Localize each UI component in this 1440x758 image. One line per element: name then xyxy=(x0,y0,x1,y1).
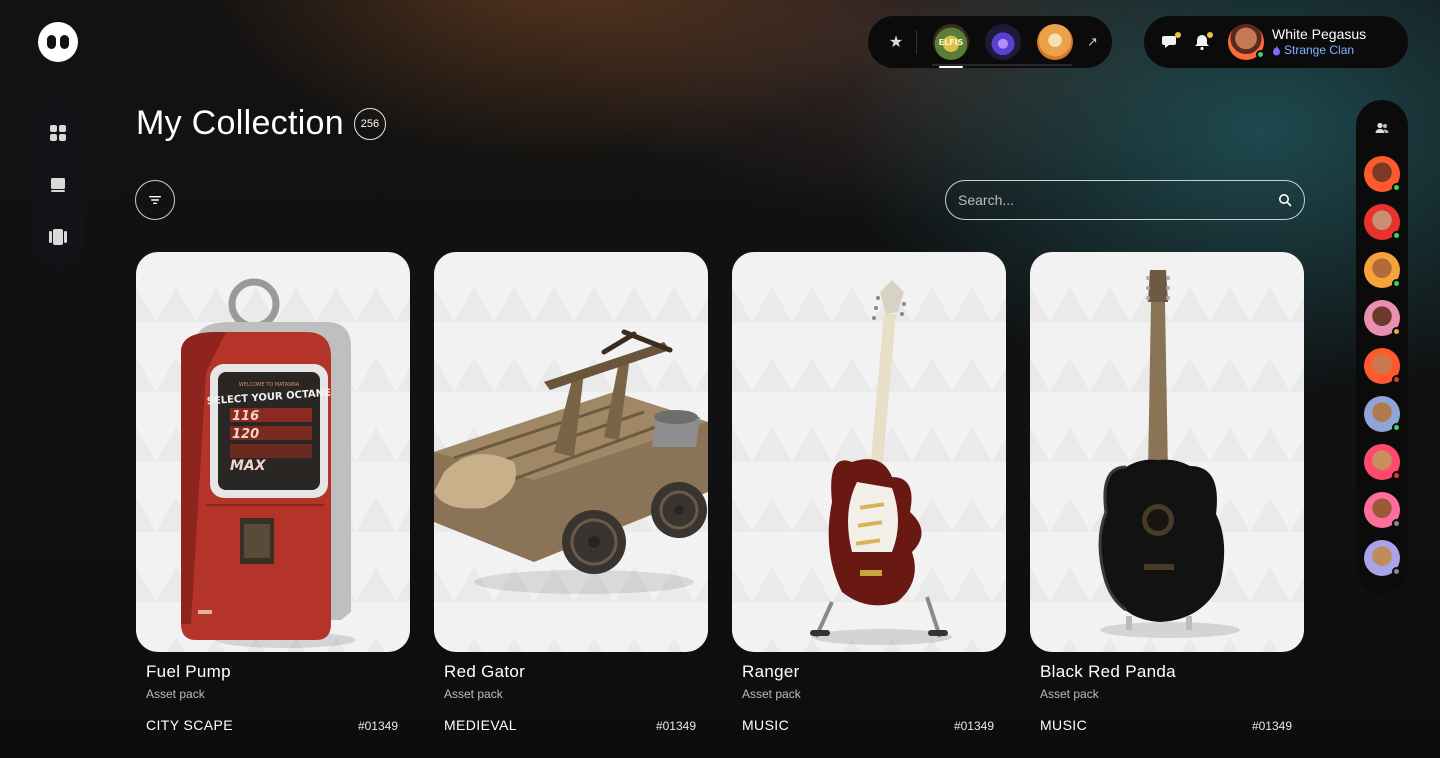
card-type: Asset pack xyxy=(1040,687,1099,701)
card-image-ranger[interactable] xyxy=(732,252,1006,652)
card-category: MEDIEVAL xyxy=(444,717,517,733)
filter-button[interactable] xyxy=(135,180,175,220)
flame-icon xyxy=(1273,44,1280,56)
chat-notification-dot xyxy=(1175,32,1181,38)
game-elfis[interactable]: ELFIS xyxy=(933,24,969,68)
search-icon[interactable] xyxy=(1278,193,1292,207)
friend-status-dot xyxy=(1392,519,1401,528)
friend-status-dot xyxy=(1392,375,1401,384)
friend-status-dot xyxy=(1392,231,1401,240)
card-info: Red Gator Asset pack MEDIEVAL #01349 xyxy=(434,652,708,733)
search-bar xyxy=(945,180,1305,220)
collection-card[interactable]: Red Gator Asset pack MEDIEVAL #01349 xyxy=(434,252,708,733)
game-scroll-track xyxy=(932,64,1072,66)
book-icon[interactable] xyxy=(48,174,68,196)
bell-icon[interactable] xyxy=(1192,32,1213,52)
friend-avatar[interactable] xyxy=(1364,204,1401,240)
friend-avatar[interactable] xyxy=(1364,492,1401,528)
card-title: Red Gator xyxy=(444,662,526,681)
friend-avatar[interactable] xyxy=(1364,300,1401,336)
left-nav-rail xyxy=(32,100,84,268)
card-id: #01349 xyxy=(655,719,696,733)
pump-screen-line-4: 120 xyxy=(232,427,259,442)
collection-card[interactable]: Black Red Panda Asset pack MUSIC #01349 xyxy=(1030,252,1304,733)
user-info[interactable]: White Pegasus Strange Clan xyxy=(1272,26,1366,57)
friend-status-dot xyxy=(1392,471,1401,480)
filter-icon xyxy=(149,196,161,204)
page-title: My Collection xyxy=(136,104,344,142)
user-clan-label: Strange Clan xyxy=(1284,43,1355,58)
pump-screen-line-1: WELCOME TO MATANNA xyxy=(239,382,300,388)
card-footer: MUSIC #01349 xyxy=(1040,717,1292,733)
collection-count-badge: 256 xyxy=(353,107,386,140)
friend-list xyxy=(1364,156,1401,588)
grid-icon[interactable] xyxy=(48,122,68,144)
pump-screen-line-5: MAX xyxy=(230,458,267,474)
friends-icon[interactable] xyxy=(1372,118,1392,138)
card-category: MUSIC xyxy=(742,717,790,733)
card-id: #01349 xyxy=(1251,719,1292,733)
user-avatar[interactable] xyxy=(1228,24,1265,60)
collection-grid: WELCOME TO MATANNA SELECT YOUR OCTANE 11… xyxy=(136,252,1304,733)
card-category: MUSIC xyxy=(1040,717,1088,733)
card-info: Black Red Panda Asset pack MUSIC #01349 xyxy=(1030,652,1304,733)
card-type: Asset pack xyxy=(444,687,503,701)
friend-status-dot xyxy=(1392,279,1401,288)
friend-avatar[interactable] xyxy=(1364,540,1401,576)
collection-card[interactable]: Ranger Asset pack MUSIC #01349 xyxy=(732,252,1006,733)
chat-icon[interactable] xyxy=(1160,32,1181,52)
friend-status-dot xyxy=(1392,423,1401,432)
card-id: #01349 xyxy=(357,719,398,733)
game-badge-text: ELFIS xyxy=(939,38,964,47)
friend-status-dot xyxy=(1392,327,1401,336)
card-type: Asset pack xyxy=(742,687,801,701)
logo-eye-right xyxy=(60,35,69,49)
app-logo[interactable] xyxy=(38,22,78,62)
friend-status-dot xyxy=(1392,567,1401,576)
card-title: Ranger xyxy=(742,662,800,681)
friend-avatar[interactable] xyxy=(1364,444,1401,480)
card-info: Ranger Asset pack MUSIC #01349 xyxy=(732,652,1006,733)
card-title: Black Red Panda xyxy=(1040,662,1176,681)
friend-status-dot xyxy=(1392,183,1401,192)
card-category: CITY SCAPE xyxy=(146,717,233,733)
card-info: Fuel Pump Asset pack CITY SCAPE #01349 xyxy=(136,652,410,733)
bell-notification-dot xyxy=(1207,32,1213,38)
game-switcher: ★ ELFIS ↗ xyxy=(868,16,1112,68)
friend-avatar[interactable] xyxy=(1364,396,1401,432)
star-icon[interactable]: ★ xyxy=(886,32,906,52)
pump-screen-line-3: 116 xyxy=(232,409,259,424)
cards-icon[interactable] xyxy=(48,226,68,248)
card-footer: MEDIEVAL #01349 xyxy=(444,717,696,733)
user-panel: White Pegasus Strange Clan xyxy=(1144,16,1408,68)
search-input[interactable] xyxy=(958,192,1278,208)
game-mystic[interactable] xyxy=(985,24,1021,60)
card-footer: CITY SCAPE #01349 xyxy=(146,717,398,733)
logo-eye-left xyxy=(47,35,56,49)
friend-avatar[interactable] xyxy=(1364,252,1401,288)
card-footer: MUSIC #01349 xyxy=(742,717,994,733)
divider xyxy=(916,30,917,54)
online-status-dot xyxy=(1256,50,1265,59)
card-title: Fuel Pump xyxy=(146,662,231,681)
card-id: #01349 xyxy=(953,719,994,733)
card-type: Asset pack xyxy=(146,687,205,701)
friend-avatar[interactable] xyxy=(1364,156,1401,192)
card-image-black-red-panda[interactable] xyxy=(1030,252,1304,652)
page-header: My Collection 256 xyxy=(136,104,386,143)
arrow-up-right-icon[interactable]: ↗ xyxy=(1087,34,1098,50)
friend-avatar[interactable] xyxy=(1364,348,1401,384)
card-image-fuel-pump[interactable]: WELCOME TO MATANNA SELECT YOUR OCTANE 11… xyxy=(136,252,410,652)
user-clan: Strange Clan xyxy=(1272,43,1366,57)
friends-rail xyxy=(1356,100,1408,594)
collection-card[interactable]: WELCOME TO MATANNA SELECT YOUR OCTANE 11… xyxy=(136,252,410,733)
game-cat[interactable] xyxy=(1037,24,1073,60)
user-name: White Pegasus xyxy=(1272,26,1367,43)
card-image-red-gator[interactable] xyxy=(434,252,708,652)
